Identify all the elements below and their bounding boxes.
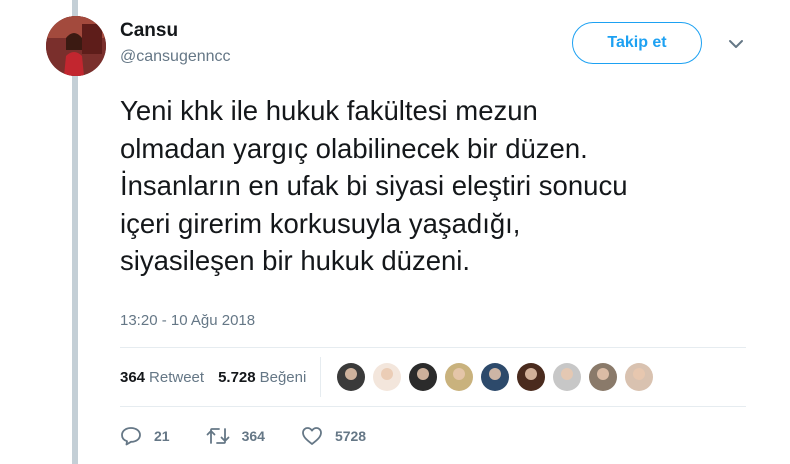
liker-avatar[interactable] xyxy=(445,363,474,391)
like-stat-label: Beğeni xyxy=(259,368,307,386)
retweet-button[interactable]: 364 xyxy=(206,427,265,445)
like-stat[interactable]: 5.728 Beğeni xyxy=(218,369,306,386)
author-name[interactable]: Cansu xyxy=(120,20,178,42)
like-stat-count: 5.728 xyxy=(218,368,256,386)
like-button[interactable]: 5728 xyxy=(301,426,366,446)
liker-avatar[interactable] xyxy=(409,363,438,391)
liker-avatar[interactable] xyxy=(553,363,582,391)
liker-avatars xyxy=(337,363,661,391)
like-count: 5728 xyxy=(334,428,367,444)
divider xyxy=(120,406,746,407)
stats-divider xyxy=(320,357,322,397)
retweet-count: 364 xyxy=(241,428,265,444)
reply-icon xyxy=(121,427,141,446)
follow-button[interactable]: Takip et xyxy=(572,22,702,64)
retweet-stat-label: Retweet xyxy=(149,368,205,386)
reply-count: 21 xyxy=(154,428,170,444)
liker-avatar[interactable] xyxy=(589,363,618,391)
actions-row: 21 364 5728 xyxy=(120,422,402,450)
tweet-text: Yeni khk ile hukuk fakültesi mezun olmad… xyxy=(120,95,628,276)
liker-avatar[interactable] xyxy=(625,363,654,391)
heart-icon xyxy=(302,427,322,445)
liker-avatar[interactable] xyxy=(337,363,366,391)
reply-button[interactable]: 21 xyxy=(120,426,170,446)
stats-row: 364 Retweet 5.728 Beğeni xyxy=(120,348,746,406)
author-handle[interactable]: @cansugenncc xyxy=(120,48,231,66)
chevron-down-icon[interactable] xyxy=(728,38,744,50)
liker-avatar[interactable] xyxy=(481,363,510,391)
avatar[interactable] xyxy=(46,16,106,76)
liker-avatar[interactable] xyxy=(517,363,546,391)
retweet-stat[interactable]: 364 Retweet xyxy=(120,369,204,386)
tweet-timestamp[interactable]: 13:20 - 10 Ağu 2018 xyxy=(120,312,255,329)
retweet-icon xyxy=(206,428,229,444)
retweet-stat-count: 364 xyxy=(120,368,146,386)
liker-avatar[interactable] xyxy=(373,363,402,391)
